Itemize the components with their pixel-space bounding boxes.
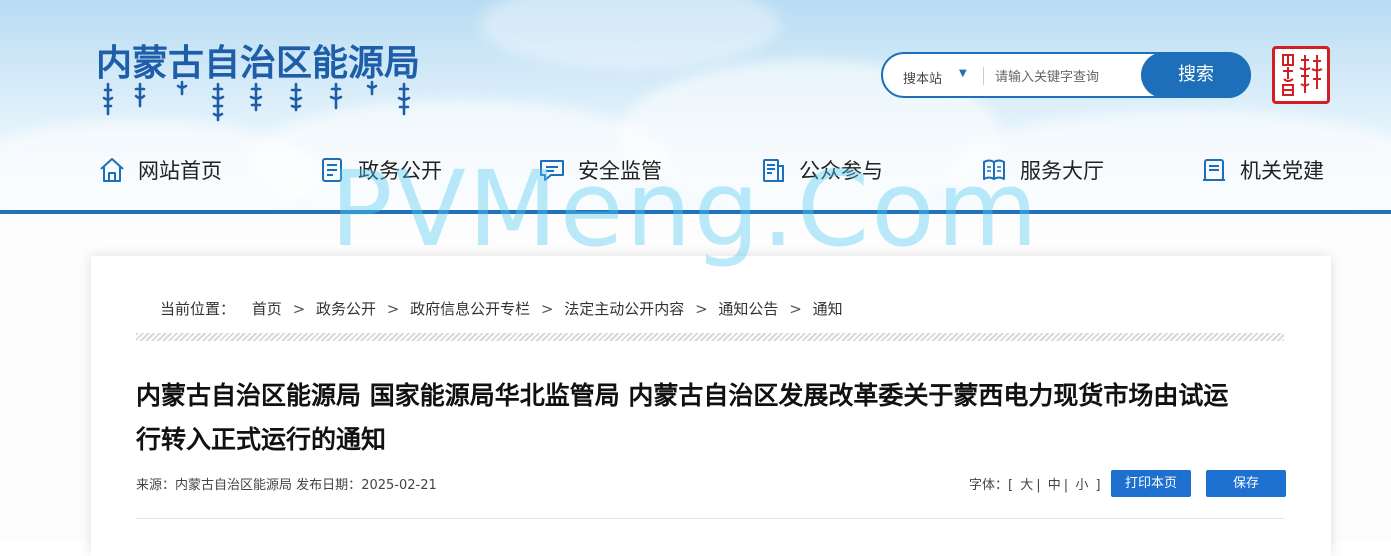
cloud-decoration bbox=[480, 0, 780, 70]
article-title: 内蒙古自治区能源局 国家能源局华北监管局 内蒙古自治区发展改革委关于蒙西电力现货… bbox=[136, 381, 1229, 454]
clipboard-icon bbox=[763, 159, 784, 182]
home-icon bbox=[100, 158, 124, 182]
save-button[interactable]: 保存 bbox=[1206, 470, 1286, 497]
nav-item-public[interactable]: 公众参与 bbox=[759, 148, 883, 192]
font-size-medium[interactable]: 中 bbox=[1048, 478, 1061, 493]
nav-label: 网站首页 bbox=[138, 159, 222, 183]
site-header: 内蒙古自治区能源局 搜本站 ▼ 搜索 bbox=[0, 0, 1391, 212]
breadcrumb-item-gov-affairs[interactable]: 政务公开 bbox=[316, 300, 376, 318]
badge-icon bbox=[1203, 159, 1225, 181]
font-size-switcher: 字体：[ 大 | 中 | 小 ] bbox=[969, 474, 1101, 493]
search-button[interactable]: 搜索 bbox=[1141, 52, 1251, 98]
breadcrumb-item-info-column[interactable]: 政府信息公开专栏 bbox=[410, 300, 530, 318]
breadcrumb-separator: > bbox=[789, 300, 802, 318]
breadcrumb-item-statutory[interactable]: 法定主动公开内容 bbox=[564, 300, 684, 318]
search-input[interactable] bbox=[993, 64, 1142, 90]
nav-item-safety[interactable]: 安全监管 bbox=[538, 148, 662, 192]
bracket: ] bbox=[1095, 478, 1101, 493]
breadcrumb: 当前位置： 首页 > 政务公开 > 政府信息公开专栏 > 法定主动公开内容 > … bbox=[160, 298, 843, 319]
separator: | bbox=[1036, 478, 1041, 493]
breadcrumb-item-notices[interactable]: 通知公告 bbox=[718, 300, 778, 318]
nav-item-party[interactable]: 机关党建 bbox=[1200, 148, 1324, 192]
caret-down-icon[interactable]: ▼ bbox=[959, 68, 967, 79]
nav-item-service[interactable]: 服务大厅 bbox=[980, 148, 1104, 192]
document-list-icon bbox=[322, 158, 342, 182]
breadcrumb-item-notice[interactable]: 通知 bbox=[813, 300, 843, 318]
site-logo-title[interactable]: 内蒙古自治区能源局 bbox=[96, 34, 420, 86]
bracket: [ bbox=[1008, 478, 1014, 493]
search-scope-select[interactable]: 搜本站 bbox=[903, 68, 942, 87]
print-button[interactable]: 打印本页 bbox=[1111, 470, 1191, 497]
breadcrumb-separator: > bbox=[540, 300, 554, 318]
source-label: 来源： bbox=[136, 478, 176, 493]
main-nav: 网站首页 政务公开 安全监管 公众参与 服务大厅 机关党建 bbox=[0, 148, 1391, 192]
nav-item-gov-affairs[interactable]: 政务公开 bbox=[318, 148, 442, 192]
message-icon bbox=[540, 160, 564, 181]
breadcrumb-item-home[interactable]: 首页 bbox=[252, 300, 282, 318]
nav-label: 公众参与 bbox=[799, 159, 883, 183]
search-bar: 搜本站 ▼ 搜索 bbox=[881, 52, 1251, 98]
seal-icon bbox=[1282, 54, 1323, 96]
nav-item-home[interactable]: 网站首页 bbox=[98, 148, 222, 192]
article-meta: 来源：内蒙古自治区能源局 发布日期：2025-02-21 bbox=[136, 474, 437, 493]
seal-logo[interactable] bbox=[1272, 46, 1330, 104]
font-size-large[interactable]: 大 bbox=[1020, 478, 1033, 493]
content-divider bbox=[136, 518, 1284, 519]
divider bbox=[983, 67, 984, 85]
font-size-small[interactable]: 小 bbox=[1075, 478, 1088, 493]
article-source: 内蒙古自治区能源局 bbox=[175, 478, 293, 493]
nav-label: 安全监管 bbox=[578, 159, 662, 183]
font-size-label: 字体： bbox=[969, 478, 1009, 493]
nav-label: 政务公开 bbox=[358, 159, 442, 183]
nav-label: 服务大厅 bbox=[1020, 159, 1104, 183]
book-icon bbox=[983, 159, 1005, 180]
hatched-divider bbox=[136, 333, 1284, 341]
breadcrumb-separator: > bbox=[292, 300, 306, 318]
article-date: 2025-02-21 bbox=[361, 478, 437, 493]
breadcrumb-label: 当前位置： bbox=[160, 300, 236, 318]
date-label: 发布日期： bbox=[296, 478, 362, 493]
nav-label: 机关党建 bbox=[1240, 159, 1324, 183]
mongolian-script-logo bbox=[102, 80, 411, 122]
breadcrumb-separator: > bbox=[386, 300, 400, 318]
separator: | bbox=[1063, 478, 1069, 493]
breadcrumb-separator: > bbox=[695, 300, 708, 318]
